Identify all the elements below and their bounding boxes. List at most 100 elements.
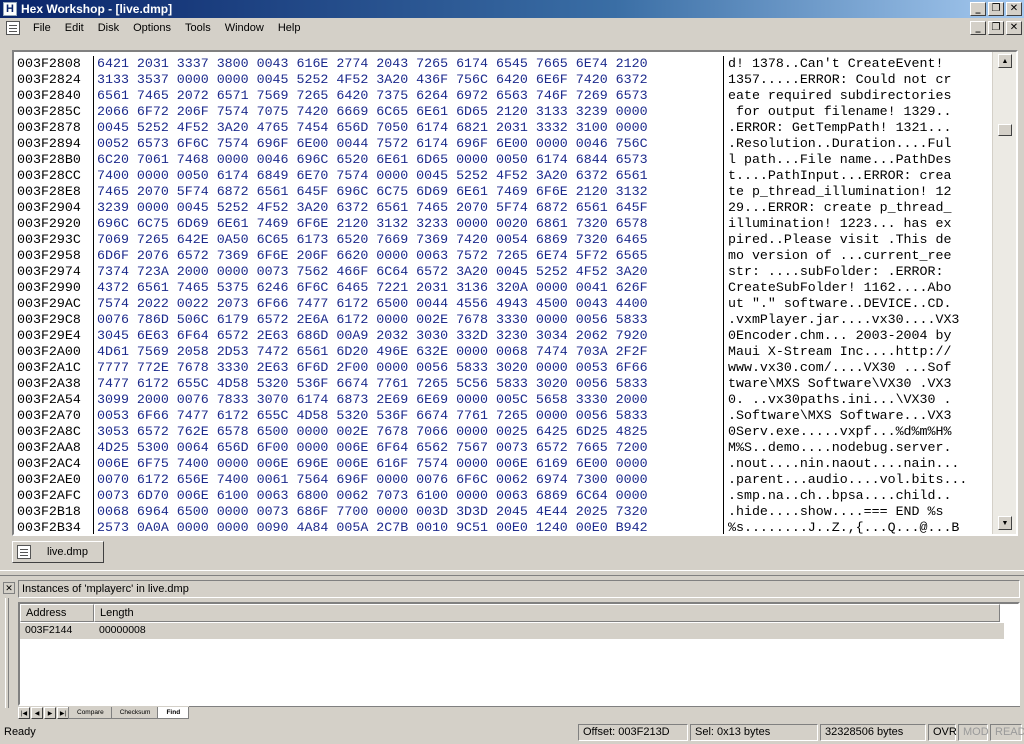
document-tab[interactable]: live.dmp — [12, 541, 104, 563]
ascii-text[interactable]: te p_thread_illumination! 12 — [724, 184, 992, 200]
ascii-text[interactable]: pired..Please visit .This de — [724, 232, 992, 248]
hex-row[interactable]: 003F2A00 4D61 7569 2058 2D53 7472 6561 6D… — [14, 344, 992, 360]
ascii-text[interactable]: 1357.....ERROR: Could not cr — [724, 72, 992, 88]
hex-row[interactable]: 003F2920 696C 6C75 6D69 6E61 7469 6F6E 21… — [14, 216, 992, 232]
hex-row[interactable]: 003F2A70 0053 6F66 7477 6172 655C 4D58 53… — [14, 408, 992, 424]
hex-address[interactable]: 003F2840 — [14, 88, 94, 104]
menu-edit[interactable]: Edit — [58, 22, 91, 34]
hex-address[interactable]: 003F2A54 — [14, 392, 94, 408]
ascii-text[interactable]: .Software\MXS Software...VX3 — [724, 408, 992, 424]
hex-row[interactable]: 003F285C 2066 6F72 206F 7574 7075 7420 66… — [14, 104, 992, 120]
ascii-text[interactable]: .hide....show....=== END %s — [724, 504, 992, 520]
list-item[interactable]: 003F2144 00000008 — [20, 623, 1004, 639]
hex-address[interactable]: 003F2824 — [14, 72, 94, 88]
hex-bytes[interactable]: 7374 723A 2000 0000 0073 7562 466F 6C64 … — [94, 264, 724, 280]
ascii-text[interactable]: eate required subdirectories — [724, 88, 992, 104]
document-icon[interactable] — [6, 21, 20, 35]
hex-row[interactable]: 003F2A38 7477 6172 655C 4D58 5320 536F 66… — [14, 376, 992, 392]
hex-bytes[interactable]: 6D6F 2076 6572 7369 6F6E 206F 6620 0000 … — [94, 248, 724, 264]
hex-row[interactable]: 003F2B18 0068 6964 6500 0000 0073 686F 77… — [14, 504, 992, 520]
minimize-button[interactable]: _ — [970, 2, 986, 16]
hex-address[interactable]: 003F28CC — [14, 168, 94, 184]
hex-row[interactable]: 003F29E4 3045 6E63 6F64 6572 2E63 686D 00… — [14, 328, 992, 344]
hex-bytes[interactable]: 3239 0000 0045 5252 4F52 3A20 6372 6561 … — [94, 200, 724, 216]
hex-row[interactable]: 003F2958 6D6F 2076 6572 7369 6F6E 206F 66… — [14, 248, 992, 264]
hex-bytes[interactable]: 3099 2000 0076 7833 3070 6174 6873 2E69 … — [94, 392, 724, 408]
hex-row[interactable]: 003F2808 6421 2031 3337 3800 0043 616E 27… — [14, 56, 992, 72]
hex-row[interactable]: 003F2AE0 0070 6172 656E 7400 0061 7564 69… — [14, 472, 992, 488]
hex-address[interactable]: 003F285C — [14, 104, 94, 120]
column-header-address[interactable]: Address — [20, 604, 94, 622]
hex-bytes[interactable]: 4D61 7569 2058 2D53 7472 6561 6D20 496E … — [94, 344, 724, 360]
app-icon[interactable]: H — [3, 2, 17, 16]
vertical-scrollbar[interactable]: ▲ ▼ — [992, 52, 1016, 534]
ascii-text[interactable]: 29...ERROR: create p_thread_ — [724, 200, 992, 216]
hex-address[interactable]: 003F28B0 — [14, 152, 94, 168]
hex-address[interactable]: 003F2878 — [14, 120, 94, 136]
doc-restore-button[interactable]: ❐ — [988, 21, 1004, 35]
hex-address[interactable]: 003F2808 — [14, 56, 94, 72]
ascii-text[interactable]: t....PathInput...ERROR: crea — [724, 168, 992, 184]
hex-address[interactable]: 003F2B34 — [14, 520, 94, 534]
menu-options[interactable]: Options — [126, 22, 178, 34]
hex-address[interactable]: 003F2A8C — [14, 424, 94, 440]
hex-row[interactable]: 003F29C8 0076 786D 506C 6179 6572 2E6A 61… — [14, 312, 992, 328]
results-list[interactable]: Address Length 003F2144 00000008 — [18, 602, 1020, 706]
hex-row[interactable]: 003F2840 6561 7465 2072 6571 7569 7265 64… — [14, 88, 992, 104]
ascii-text[interactable]: CreateSubFolder! 1162....Abo — [724, 280, 992, 296]
scroll-down-icon[interactable]: ▼ — [998, 516, 1012, 530]
scroll-thumb[interactable] — [998, 124, 1012, 136]
hex-address[interactable]: 003F2A00 — [14, 344, 94, 360]
hex-address[interactable]: 003F2990 — [14, 280, 94, 296]
hex-bytes[interactable]: 0076 786D 506C 6179 6572 2E6A 6172 0000 … — [94, 312, 724, 328]
prev-tab-icon[interactable]: ◀ — [31, 707, 43, 719]
ascii-text[interactable]: .parent...audio....vol.bits... — [724, 472, 992, 488]
ascii-text[interactable]: .nout....nin.naout....nain... — [724, 456, 992, 472]
hex-bytes[interactable]: 3045 6E63 6F64 6572 2E63 686D 00A9 2032 … — [94, 328, 724, 344]
ascii-text[interactable]: M%S..demo....nodebug.server. — [724, 440, 992, 456]
hex-row[interactable]: 003F2A8C 3053 6572 762E 6578 6500 0000 00… — [14, 424, 992, 440]
hex-row[interactable]: 003F293C 7069 7265 642E 0A50 6C65 6173 65… — [14, 232, 992, 248]
hex-bytes[interactable]: 0068 6964 6500 0000 0073 686F 7700 0000 … — [94, 504, 724, 520]
hex-editor[interactable]: 003F2808 6421 2031 3337 3800 0043 616E 27… — [12, 50, 1018, 536]
hex-bytes[interactable]: 4372 6561 7465 5375 6246 6F6C 6465 7221 … — [94, 280, 724, 296]
hex-bytes[interactable]: 6421 2031 3337 3800 0043 616E 2774 2043 … — [94, 56, 724, 72]
ascii-text[interactable]: %s........J..Z.,{...Q...@...B — [724, 520, 992, 534]
first-tab-icon[interactable]: |◀ — [18, 707, 30, 719]
menu-tools[interactable]: Tools — [178, 22, 218, 34]
hex-bytes[interactable]: 0045 5252 4F52 3A20 4765 7454 656D 7050 … — [94, 120, 724, 136]
hex-address[interactable]: 003F2894 — [14, 136, 94, 152]
ascii-text[interactable]: .vxmPlayer.jar....vx30....VX3 — [724, 312, 992, 328]
hex-bytes[interactable]: 7069 7265 642E 0A50 6C65 6173 6520 7669 … — [94, 232, 724, 248]
hex-row[interactable]: 003F2904 3239 0000 0045 5252 4F52 3A20 63… — [14, 200, 992, 216]
hex-row[interactable]: 003F2974 7374 723A 2000 0000 0073 7562 46… — [14, 264, 992, 280]
hex-bytes[interactable]: 2066 6F72 206F 7574 7075 7420 6669 6C65 … — [94, 104, 724, 120]
hex-bytes[interactable]: 006E 6F75 7400 0000 006E 696E 006E 616F … — [94, 456, 724, 472]
hex-address[interactable]: 003F2A1C — [14, 360, 94, 376]
hex-bytes[interactable]: 6C20 7061 7468 0000 0046 696C 6520 6E61 … — [94, 152, 724, 168]
hex-address[interactable]: 003F29C8 — [14, 312, 94, 328]
hex-bytes[interactable]: 696C 6C75 6D69 6E61 7469 6F6E 2120 3132 … — [94, 216, 724, 232]
hex-row[interactable]: 003F2B34 2573 0A0A 0000 0000 0090 4A84 00… — [14, 520, 992, 534]
hex-address[interactable]: 003F2A70 — [14, 408, 94, 424]
ascii-text[interactable]: .ERROR: GetTempPath! 1321... — [724, 120, 992, 136]
hex-row[interactable]: 003F2AC4 006E 6F75 7400 0000 006E 696E 00… — [14, 456, 992, 472]
hex-bytes[interactable]: 0070 6172 656E 7400 0061 7564 696F 0000 … — [94, 472, 724, 488]
hex-row[interactable]: 003F2A54 3099 2000 0076 7833 3070 6174 68… — [14, 392, 992, 408]
hex-row[interactable]: 003F2990 4372 6561 7465 5375 6246 6F6C 64… — [14, 280, 992, 296]
tab-find[interactable]: Find — [157, 707, 190, 719]
hex-address[interactable]: 003F29AC — [14, 296, 94, 312]
column-header-length[interactable]: Length — [94, 604, 1000, 622]
hex-bytes[interactable]: 6561 7465 2072 6571 7569 7265 6420 7375 … — [94, 88, 724, 104]
hex-row[interactable]: 003F2878 0045 5252 4F52 3A20 4765 7454 65… — [14, 120, 992, 136]
hex-bytes[interactable]: 4D25 5300 0064 656D 6F00 0000 006E 6F64 … — [94, 440, 724, 456]
hex-address[interactable]: 003F2904 — [14, 200, 94, 216]
hex-bytes[interactable]: 0052 6573 6F6C 7574 696F 6E00 0044 7572 … — [94, 136, 724, 152]
hex-row[interactable]: 003F28CC 7400 0000 0050 6174 6849 6E70 75… — [14, 168, 992, 184]
hex-bytes[interactable]: 7465 2070 5F74 6872 6561 645F 696C 6C75 … — [94, 184, 724, 200]
hex-address[interactable]: 003F2B18 — [14, 504, 94, 520]
doc-minimize-button[interactable]: _ — [970, 21, 986, 35]
hex-address[interactable]: 003F29E4 — [14, 328, 94, 344]
hex-row[interactable]: 003F28B0 6C20 7061 7468 0000 0046 696C 65… — [14, 152, 992, 168]
hex-address[interactable]: 003F293C — [14, 232, 94, 248]
